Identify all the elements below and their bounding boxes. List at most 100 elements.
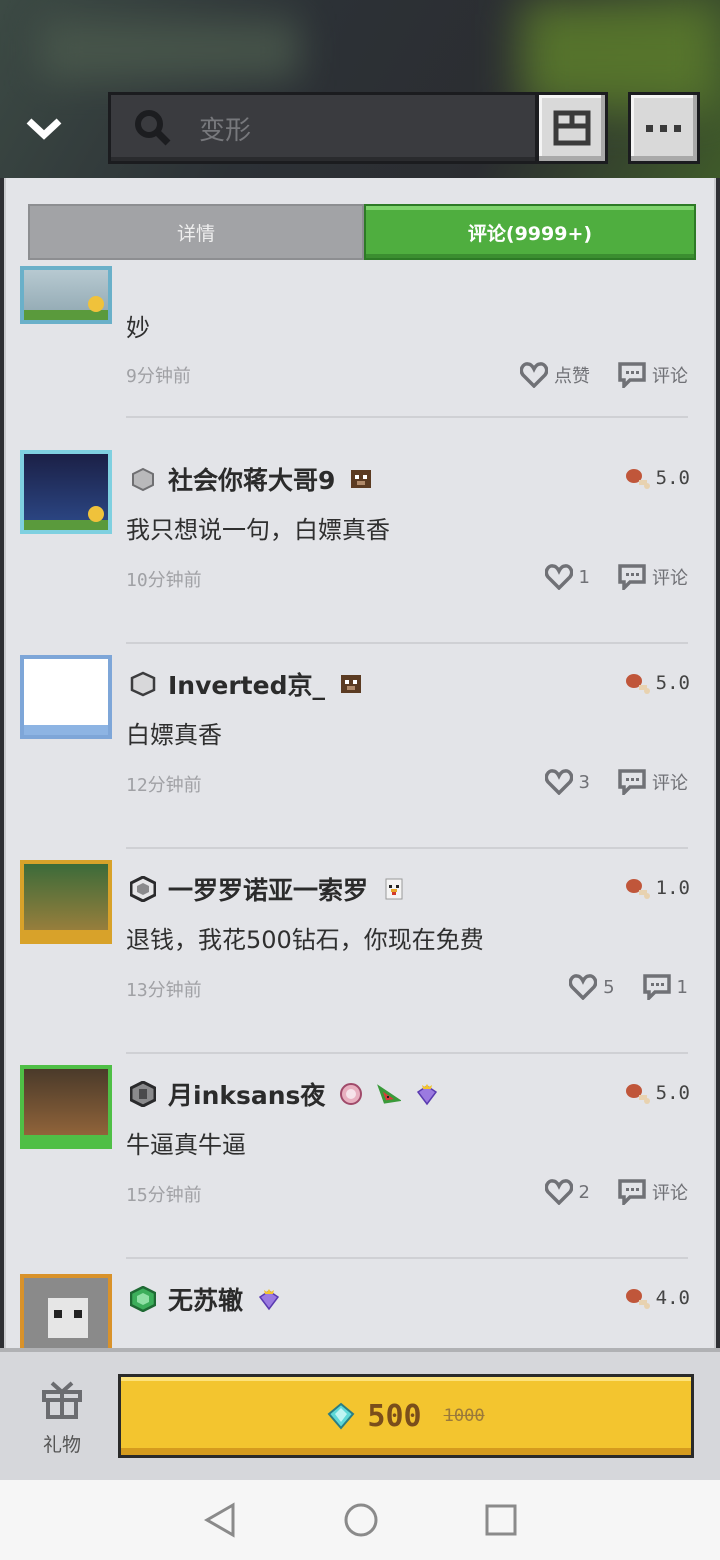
avatar[interactable] — [20, 655, 112, 739]
rating: 1.0 — [624, 876, 690, 900]
system-nav-bar — [0, 1480, 720, 1560]
like-count: 点赞 — [554, 366, 590, 387]
gift-icon — [42, 1381, 82, 1419]
rating-value: 5.0 — [655, 672, 690, 694]
rating: 5.0 — [624, 466, 690, 490]
heart-icon — [569, 974, 598, 1000]
comment-actions: 5 1 — [541, 974, 688, 1000]
diamond-icon — [328, 1402, 355, 1430]
home-icon[interactable] — [343, 1502, 379, 1538]
gift-label: 礼物 — [42, 1434, 81, 1456]
divider — [126, 1257, 688, 1259]
more-icon — [646, 125, 681, 132]
search-placeholder: 变形 — [199, 115, 252, 146]
gem-badge-icon — [417, 1084, 438, 1106]
bottom-bar: 礼物 500 1000 — [0, 1348, 720, 1480]
price: 500 — [367, 1398, 422, 1434]
tab-comments[interactable]: 评论(9999+) — [364, 204, 696, 260]
more-button[interactable] — [628, 92, 700, 164]
comment-actions: 点赞 评论 — [492, 362, 688, 388]
original-price: 1000 — [443, 1406, 485, 1426]
buy-button[interactable]: 500 1000 — [118, 1374, 694, 1458]
avatar[interactable] — [20, 1065, 112, 1149]
comment-item: Inverted京_ 5.0 白嫖真香 12分钟前 3 评论 — [6, 655, 714, 860]
recents-icon[interactable] — [485, 1504, 517, 1536]
rating-value: 5.0 — [655, 1082, 690, 1104]
comment-item: 无苏辙 4.0 — [6, 1270, 714, 1348]
rank-icon — [130, 671, 156, 697]
rating: 5.0 — [624, 1081, 690, 1105]
reply-button[interactable]: 评论 — [618, 362, 688, 388]
comment-item: 一罗罗诺亚一索罗 1.0 退钱，我花500钻石，你现在免费 13分钟前 5 1 — [6, 860, 714, 1065]
divider — [126, 847, 688, 849]
gem-badge-icon — [258, 1289, 280, 1311]
username[interactable]: 无苏辙 — [168, 1281, 243, 1317]
chevron-down-icon — [26, 118, 62, 140]
name-line: 社会你蒋大哥9 — [130, 462, 373, 496]
layout-button[interactable] — [536, 92, 608, 164]
rank-icon — [130, 876, 156, 902]
username[interactable]: 一罗罗诺亚一索罗 — [168, 871, 368, 907]
like-button[interactable]: 点赞 — [520, 362, 590, 388]
cow-badge-icon — [340, 675, 361, 693]
collapse-button[interactable] — [20, 104, 68, 152]
tab-details[interactable]: 详情 — [28, 204, 364, 260]
drumstick-icon — [625, 1084, 650, 1104]
username[interactable]: 社会你蒋大哥9 — [168, 461, 335, 497]
avatar[interactable] — [20, 860, 112, 944]
reply-button[interactable]: 评论 — [618, 769, 688, 795]
heart-icon — [544, 769, 573, 795]
comment-time: 12分钟前 — [126, 775, 202, 796]
rank-icon — [130, 1286, 156, 1312]
back-icon[interactable] — [203, 1502, 237, 1538]
reply-button[interactable]: 评论 — [618, 1179, 688, 1205]
reply-button[interactable]: 1 — [642, 974, 688, 1000]
comment-time: 13分钟前 — [126, 980, 202, 1001]
avatar[interactable] — [20, 266, 112, 324]
name-line: 月inksans夜 — [130, 1077, 439, 1111]
drumstick-icon — [625, 1289, 650, 1309]
like-button[interactable]: 1 — [544, 564, 590, 590]
reply-label: 评论 — [652, 366, 688, 387]
comment-text: 妙 — [126, 314, 150, 342]
tab-bar: 详情 评论(9999+) — [28, 204, 696, 260]
like-button[interactable]: 5 — [569, 974, 615, 1000]
watermelon-badge-icon — [377, 1084, 402, 1104]
heart-icon — [544, 1179, 573, 1205]
divider — [126, 416, 688, 418]
rating: 4.0 — [624, 1286, 690, 1310]
like-button[interactable]: 3 — [544, 769, 590, 795]
frame-badge-icon — [340, 1083, 363, 1105]
username[interactable]: Inverted京_ — [168, 666, 325, 702]
gift-button[interactable]: 礼物 — [30, 1380, 94, 1457]
comment-text: 白嫖真香 — [126, 721, 222, 749]
comment-list[interactable]: 妙 9分钟前 点赞 评论 社会你蒋大哥9 5.0 我只想说一句，白嫖真香 10分… — [6, 178, 714, 1348]
name-line: 一罗罗诺亚一索罗 — [130, 872, 406, 906]
avatar[interactable] — [20, 450, 112, 534]
reply-label: 评论 — [652, 773, 688, 794]
drumstick-icon — [625, 469, 650, 489]
comment-text: 牛逼真牛逼 — [126, 1131, 246, 1159]
comment-text: 我只想说一句，白嫖真香 — [126, 516, 390, 544]
like-count: 5 — [603, 976, 615, 998]
comment-text: 退钱，我花500钻石，你现在免费 — [126, 926, 484, 954]
comment-item: 月inksans夜 5.0 牛逼真牛逼 15分钟前 2 评论 — [6, 1065, 714, 1270]
avatar[interactable] — [20, 1274, 112, 1348]
like-button[interactable]: 2 — [544, 1179, 590, 1205]
reply-label: 评论 — [652, 568, 688, 589]
username[interactable]: 月inksans夜 — [168, 1076, 325, 1112]
search-input[interactable]: 变形 — [108, 92, 538, 164]
rating-value: 1.0 — [655, 877, 690, 899]
comment-icon — [618, 1179, 646, 1205]
like-count: 1 — [578, 566, 590, 588]
comment-icon — [642, 974, 671, 1000]
top-header: 变形 — [0, 0, 720, 178]
layout-icon — [553, 110, 591, 146]
drumstick-icon — [625, 879, 650, 899]
divider — [126, 1052, 688, 1054]
rank-icon — [132, 467, 154, 492]
comment-icon — [618, 564, 646, 590]
comment-actions: 2 评论 — [517, 1179, 688, 1205]
reply-button[interactable]: 评论 — [618, 564, 688, 590]
cow-badge-icon — [351, 470, 372, 488]
